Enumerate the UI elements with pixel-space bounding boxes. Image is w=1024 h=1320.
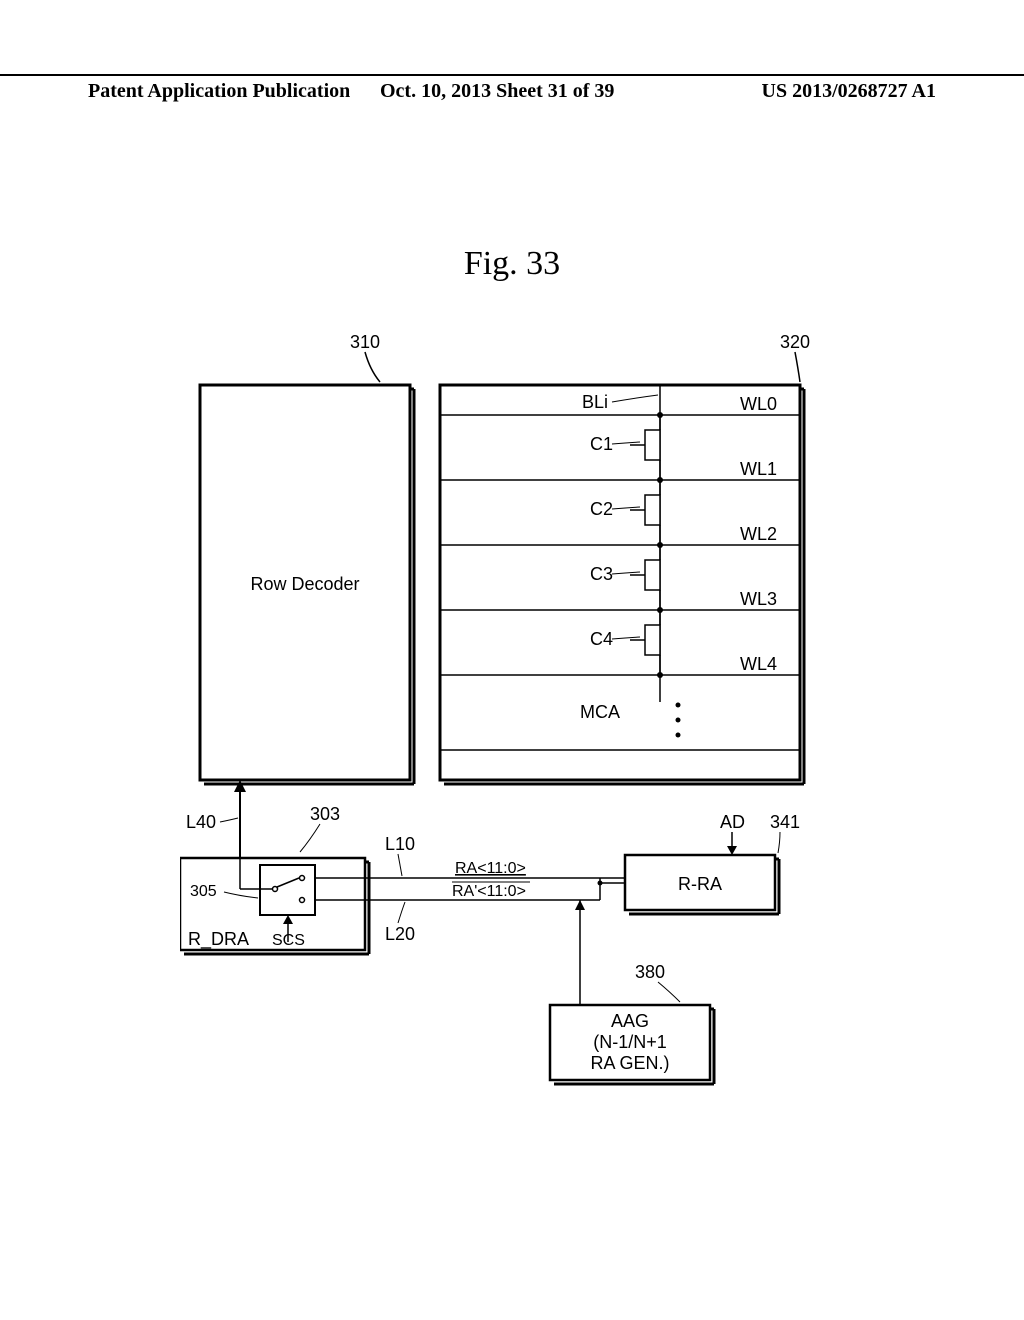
header: Patent Application Publication Oct. 10, … (0, 74, 1024, 103)
aag-l3: RA GEN.) (590, 1053, 669, 1073)
aag-l2: (N-1/N+1 (593, 1032, 667, 1052)
switch-box (260, 865, 315, 915)
wl3: WL3 (740, 589, 777, 609)
rra-label: R-RA (678, 874, 722, 894)
bli-label: BLi (582, 392, 608, 412)
mca-label: MCA (580, 702, 620, 722)
header-left: Patent Application Publication (88, 80, 350, 103)
wl2: WL2 (740, 524, 777, 544)
ref-310: 310 (350, 332, 380, 352)
ref-341: 341 (770, 812, 800, 832)
wl4: WL4 (740, 654, 777, 674)
header-right: US 2013/0268727 A1 (762, 80, 936, 103)
c3: C3 (590, 564, 613, 584)
header-mid: Oct. 10, 2013 Sheet 31 of 39 (380, 80, 614, 103)
c2: C2 (590, 499, 613, 519)
l40: L40 (186, 812, 216, 832)
page: Patent Application Publication Oct. 10, … (0, 0, 1024, 1320)
ra: RA<11:0> (455, 860, 526, 877)
ref-305: 305 (190, 883, 217, 900)
ad-label: AD (720, 812, 745, 832)
scs: SCS (272, 932, 305, 949)
aag-l1: AAG (611, 1011, 649, 1031)
c1: C1 (590, 434, 613, 454)
wl0: WL0 (740, 394, 777, 414)
figure-title: Fig. 33 (0, 245, 1024, 283)
ra-prime: RA'<11:0> (452, 883, 526, 900)
mca-box (440, 385, 800, 780)
ref-320: 320 (780, 332, 810, 352)
wl1: WL1 (740, 459, 777, 479)
ref-303: 303 (310, 804, 340, 824)
l20: L20 (385, 924, 415, 944)
row-decoder-label: Row Decoder (250, 574, 359, 594)
ref-380: 380 (635, 962, 665, 982)
rdra-label: R_DRA (188, 929, 249, 950)
l10: L10 (385, 834, 415, 854)
diagram: Row Decoder 310 320 BLi WL0 (180, 330, 820, 1110)
c4: C4 (590, 629, 613, 649)
